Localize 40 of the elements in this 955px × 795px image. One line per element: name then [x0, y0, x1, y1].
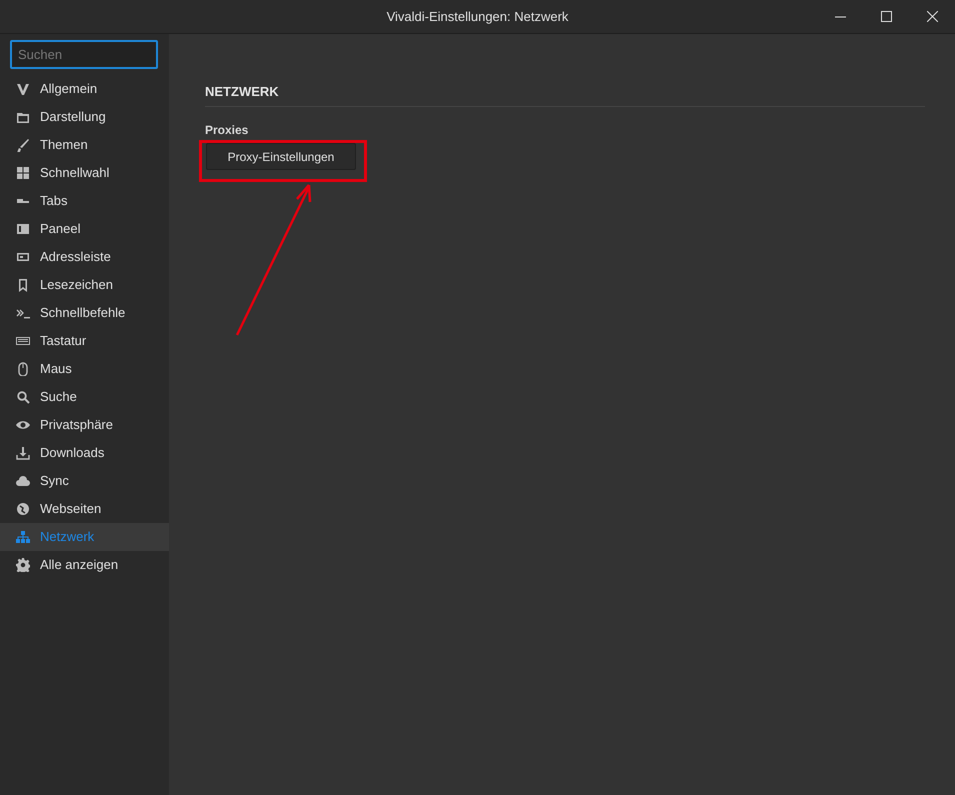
search-icon	[16, 390, 30, 404]
sidebar-item[interactable]: Schnellbefehle	[0, 299, 169, 327]
panel-icon	[16, 222, 30, 236]
sidebar-item[interactable]: Allgemein	[0, 75, 169, 103]
search-field[interactable]: Suchen	[10, 40, 158, 69]
sidebar-item[interactable]: Tastatur	[0, 327, 169, 355]
keyboard-icon	[16, 334, 30, 348]
globe-icon	[16, 502, 30, 516]
sidebar-item[interactable]: Maus	[0, 355, 169, 383]
sidebar-item[interactable]: Paneel	[0, 215, 169, 243]
sidebar-item[interactable]: Privatsphäre	[0, 411, 169, 439]
sidebar-item[interactable]: Tabs	[0, 187, 169, 215]
maximize-icon	[880, 11, 892, 22]
window-title: Vivaldi-Einstellungen: Netzwerk	[386, 8, 568, 26]
network-icon	[16, 530, 30, 544]
minimize-icon	[834, 16, 846, 18]
sidebar-item[interactable]: Downloads	[0, 439, 169, 467]
sidebar-item[interactable]: Schnellwahl	[0, 159, 169, 187]
cloud-icon	[16, 474, 30, 488]
sidebar-item[interactable]: Alle anzeigen	[0, 551, 169, 579]
address-bar-icon	[16, 250, 30, 264]
bookmark-icon	[16, 278, 30, 292]
sidebar-item[interactable]: Suche	[0, 383, 169, 411]
sidebar-item[interactable]: Themen	[0, 131, 169, 159]
sidebar-item[interactable]: Darstellung	[0, 103, 169, 131]
close-icon	[926, 11, 938, 22]
mouse-icon	[16, 362, 30, 376]
section-heading: NETZWERK	[205, 83, 280, 101]
proxy-settings-button[interactable]: Proxy-Einstellungen	[206, 143, 356, 170]
v-icon	[16, 82, 30, 96]
brush-icon	[16, 138, 30, 152]
gear-icon	[16, 558, 30, 572]
folder-icon	[16, 110, 30, 124]
grid-icon	[16, 166, 30, 180]
sidebar-item[interactable]: Sync	[0, 467, 169, 495]
group-label: Proxies	[205, 122, 250, 139]
sidebar-item[interactable]: Webseiten	[0, 495, 169, 523]
sidebar-item[interactable]: Lesezeichen	[0, 271, 169, 299]
sidebar-item[interactable]: Adressleiste	[0, 243, 169, 271]
download-icon	[16, 446, 30, 460]
